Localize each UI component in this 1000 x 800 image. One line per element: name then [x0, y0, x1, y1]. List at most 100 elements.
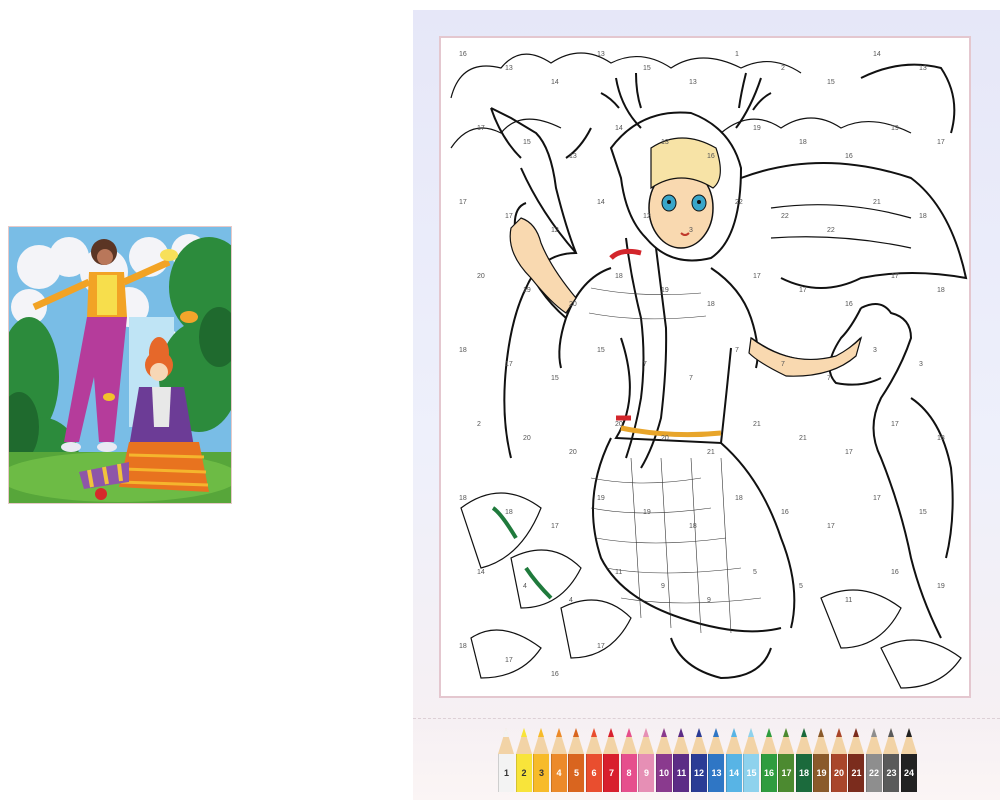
pencil-body: 3	[533, 754, 549, 792]
pencil-20[interactable]: 20	[830, 728, 847, 792]
region-number: 7	[689, 375, 693, 382]
pencil-8[interactable]: 8	[620, 728, 637, 792]
pencil-lead	[765, 728, 772, 737]
pencil-body: 10	[655, 754, 672, 792]
pencil-9[interactable]: 9	[638, 728, 654, 792]
pencil-lead	[520, 728, 527, 737]
pencil-18[interactable]: 18	[795, 728, 812, 792]
region-number: 17	[505, 361, 513, 368]
region-number: 5	[799, 583, 803, 590]
pencil-number-label: 3	[538, 768, 544, 778]
region-number: 16	[551, 671, 559, 678]
pencil-number-label: 23	[886, 768, 897, 778]
pencil-11[interactable]: 11	[673, 728, 689, 792]
region-number: 2	[781, 65, 785, 72]
pencil-1[interactable]: 1	[498, 728, 514, 792]
pencil-lead	[660, 728, 667, 737]
pencil-lead	[853, 728, 859, 737]
region-number: 21	[753, 421, 761, 428]
region-number: 15	[827, 79, 835, 86]
pencil-number-label: 10	[658, 768, 669, 778]
pencil-12[interactable]: 12	[690, 728, 707, 792]
pencil-24[interactable]: 24	[900, 728, 917, 792]
pencil-number-label: 22	[868, 768, 879, 778]
region-number: 18	[689, 523, 697, 530]
pencil-21[interactable]: 21	[848, 728, 864, 792]
pencil-body: 4	[550, 754, 567, 792]
pencil-2[interactable]: 2	[515, 728, 532, 792]
region-number: 11	[615, 569, 622, 576]
pencil-lead	[713, 728, 719, 737]
pencil-14[interactable]: 14	[725, 728, 742, 792]
pencil-body: 16	[760, 754, 777, 792]
pencil-lead	[870, 728, 877, 737]
region-number: 1	[735, 51, 739, 58]
pencil-7[interactable]: 7	[603, 728, 619, 792]
pencil-10[interactable]: 10	[655, 728, 672, 792]
region-number: 21	[707, 449, 715, 456]
region-number: 5	[753, 569, 757, 576]
region-number: 17	[845, 449, 853, 456]
pencil-15[interactable]: 15	[743, 728, 759, 792]
region-number: 16	[781, 509, 789, 516]
pencil-lead	[678, 728, 684, 737]
region-number: 18	[459, 495, 467, 502]
pencil-13[interactable]: 13	[708, 728, 724, 792]
region-number: 9	[661, 583, 665, 590]
pencil-body: 20	[830, 754, 847, 792]
region-number: 19	[661, 287, 669, 294]
region-number: 20	[615, 421, 623, 428]
region-number: 13	[505, 65, 513, 72]
region-number: 16	[845, 301, 853, 308]
reference-illustration	[8, 226, 232, 504]
line-art: 1613141315131215141317151314131619181619…	[441, 38, 969, 696]
pencil-lead	[573, 728, 579, 737]
pencil-number-label: 2	[521, 768, 527, 778]
pencil-number-label: 20	[833, 768, 844, 778]
region-number: 15	[919, 509, 927, 516]
region-number: 17	[459, 199, 467, 206]
region-number: 21	[799, 435, 807, 442]
region-number: 17	[891, 421, 899, 428]
region-number: 12	[551, 227, 559, 234]
pencil-lead	[590, 728, 597, 737]
region-number: 2	[477, 421, 481, 428]
pencil-17[interactable]: 17	[778, 728, 794, 792]
pencil-number-label: 1	[503, 768, 509, 778]
region-number: 7	[781, 361, 785, 368]
pencil-4[interactable]: 4	[550, 728, 567, 792]
pencil-3[interactable]: 3	[533, 728, 549, 792]
pencil-lead	[555, 728, 562, 737]
pencil-lead	[905, 728, 912, 737]
pencil-lead	[538, 728, 544, 737]
pencil-lead	[730, 728, 737, 737]
pencil-number-label: 9	[643, 768, 649, 778]
region-number: 18	[937, 435, 945, 442]
pencil-body: 5	[568, 754, 584, 792]
pencil-body: 17	[778, 754, 794, 792]
pencil-22[interactable]: 22	[865, 728, 882, 792]
region-number: 20	[569, 449, 577, 456]
pencil-5[interactable]: 5	[568, 728, 584, 792]
pencil-number-label: 8	[626, 768, 632, 778]
region-number: 14	[597, 199, 605, 206]
region-number: 17	[753, 273, 761, 280]
region-number: 7	[643, 361, 647, 368]
region-number: 13	[689, 79, 697, 86]
pencil-number-label: 18	[798, 768, 809, 778]
region-number: 17	[799, 287, 807, 294]
pencil-23[interactable]: 23	[883, 728, 899, 792]
pencil-body: 19	[813, 754, 829, 792]
region-number: 19	[597, 495, 605, 502]
region-number: 17	[873, 495, 881, 502]
pencil-19[interactable]: 19	[813, 728, 829, 792]
region-number: 17	[551, 523, 559, 530]
region-number: 18	[937, 287, 945, 294]
pencil-number-label: 19	[816, 768, 827, 778]
region-number: 19	[753, 125, 761, 132]
pencil-6[interactable]: 6	[585, 728, 602, 792]
pencil-16[interactable]: 16	[760, 728, 777, 792]
region-number: 13	[661, 139, 669, 146]
pencil-lead	[888, 728, 894, 737]
pencil-body: 24	[900, 754, 917, 792]
